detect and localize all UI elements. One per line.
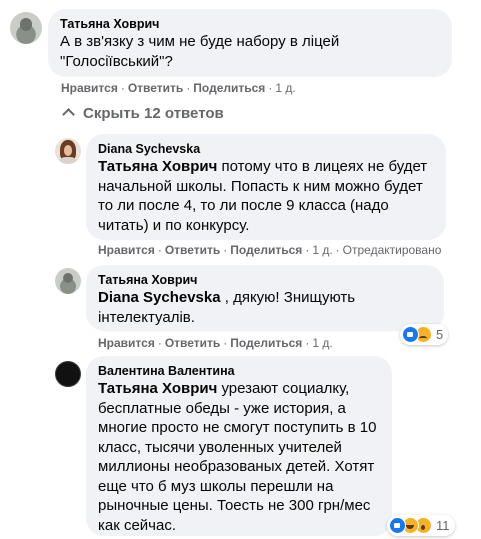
share-link[interactable]: Поделиться <box>230 336 302 350</box>
comment-text: А в зв'язку з чим не буде набору в ліцей… <box>60 33 340 70</box>
comment-text: Татьяна Ховрич потому что в лицеях не бу… <box>98 157 434 235</box>
comment-bubble: Diana Sychevska Татьяна Ховрич потому чт… <box>86 134 446 240</box>
comment-actions: Нравится · Ответить · Поделиться · 1 д. <box>98 336 333 350</box>
comment-author[interactable]: Татьяна Ховрич <box>98 272 432 288</box>
comment-author[interactable]: Валентина Валентина <box>98 363 380 379</box>
reply-link[interactable]: Ответить <box>128 81 183 95</box>
reaction-count: 5 <box>436 327 444 342</box>
chevron-up-icon <box>62 108 75 121</box>
comment-text: Diana Sychevska , дякую! Знищують інтеле… <box>98 288 398 327</box>
timestamp[interactable]: 1 д. <box>275 81 295 95</box>
timestamp[interactable]: 1 д. <box>312 336 332 350</box>
reactions-badge[interactable]: 11 <box>387 515 455 536</box>
share-link[interactable]: Поделиться <box>193 81 265 95</box>
reactions-badge[interactable]: 5 <box>400 324 449 345</box>
avatar[interactable] <box>10 12 42 44</box>
like-link[interactable]: Нравится <box>98 336 155 350</box>
comment-bubble: Татьяна Ховрич Diana Sychevska , дякую! … <box>86 265 444 331</box>
avatar[interactable] <box>55 138 81 164</box>
like-link[interactable]: Нравится <box>61 81 118 95</box>
comment-actions: Нравится · Ответить · Поделиться · 1 д. · Отреда… <box>98 243 442 257</box>
reaction-count: 11 <box>436 518 450 533</box>
timestamp[interactable]: 1 д. <box>312 243 332 257</box>
mention-link[interactable]: Татьяна Ховрич <box>98 158 217 175</box>
avatar[interactable] <box>55 361 81 387</box>
like-icon <box>389 517 406 534</box>
comment-author[interactable]: Diana Sychevska <box>98 141 434 157</box>
mention-link[interactable]: Татьяна Ховрич <box>98 380 217 397</box>
avatar[interactable] <box>55 268 81 294</box>
reply-link[interactable]: Ответить <box>165 243 220 257</box>
comment-bubble: Валентина Валентина Татьяна Ховрич уреза… <box>86 356 392 536</box>
like-link[interactable]: Нравится <box>98 243 155 257</box>
comment-text: Татьяна Ховрич урезают социалку, бесплат… <box>98 379 380 535</box>
share-link[interactable]: Поделиться <box>230 243 302 257</box>
comment-body: урезают социалку, бесплатные обеды - уже… <box>98 380 377 534</box>
comment-author[interactable]: Татьяна Ховрич <box>60 16 440 32</box>
hide-replies-label: Скрыть 12 ответов <box>83 105 224 122</box>
comment-bubble: Татьяна Ховрич А в зв'язку з чим не буде… <box>48 9 452 77</box>
comment-actions: Нравится · Ответить · Поделиться · 1 д. <box>61 81 296 95</box>
mention-link[interactable]: Diana Sychevska <box>98 289 221 306</box>
like-icon <box>402 326 419 343</box>
hide-replies-button[interactable]: Скрыть 12 ответов <box>62 105 224 123</box>
reply-link[interactable]: Ответить <box>165 336 220 350</box>
edited-label[interactable]: Отредактировано <box>343 243 442 257</box>
